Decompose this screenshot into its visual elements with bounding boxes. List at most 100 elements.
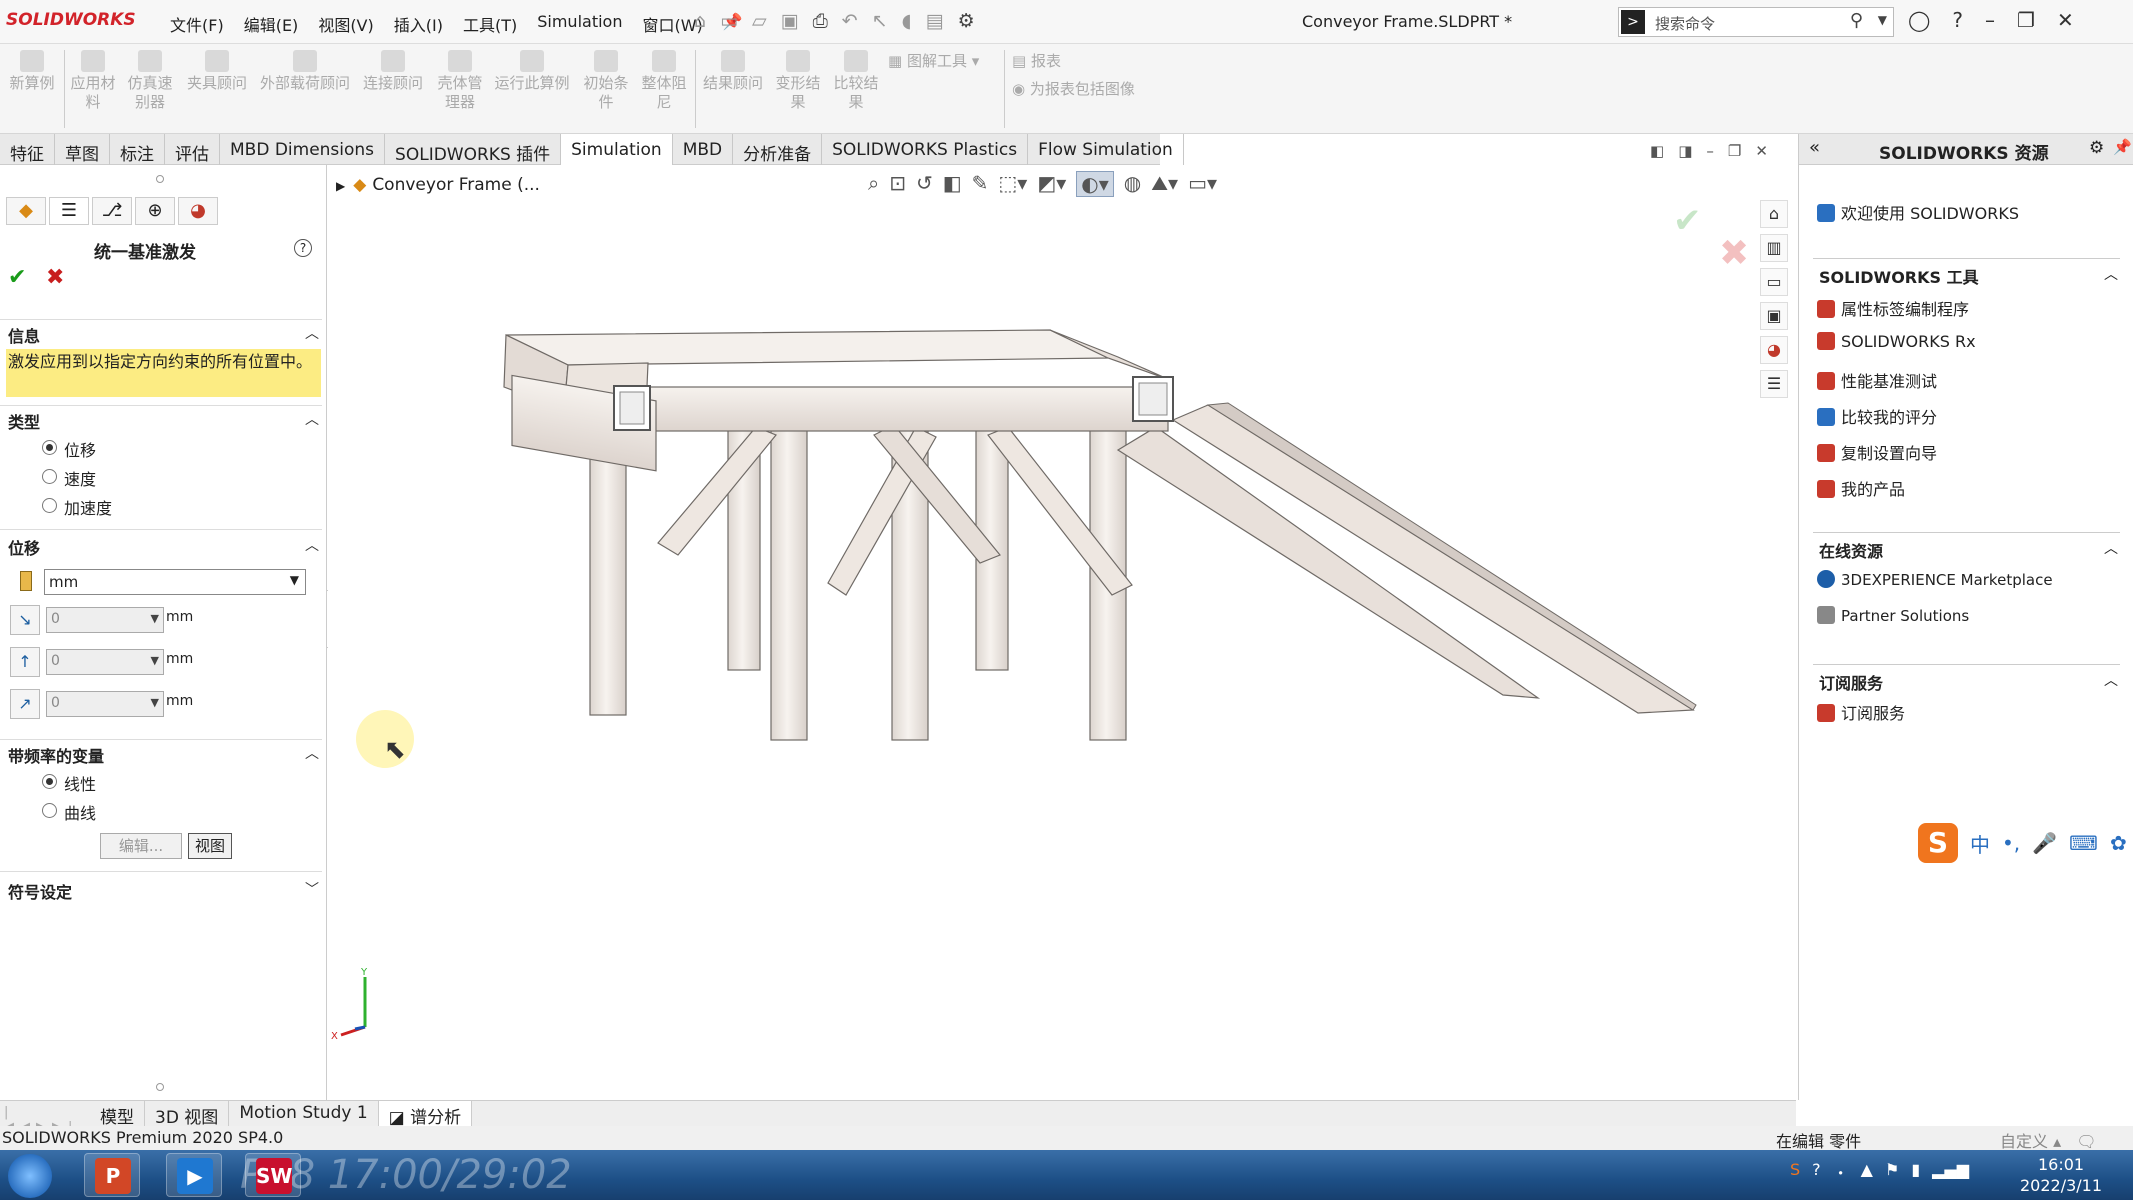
save-icon[interactable]: ▣ [781,10,799,32]
tool-link[interactable]: 比较我的评分 [1817,404,1937,428]
tab-3d-view[interactable]: 3D 视图 [145,1101,230,1128]
search-input[interactable]: 搜索命令 [1655,13,1715,34]
close-viewport-button[interactable]: ✕ [1755,142,1768,160]
tab-markup[interactable]: 标注 [110,134,165,165]
restore-viewport-button[interactable]: ❐ [1728,142,1741,160]
microphone-icon[interactable]: 🎤 [2032,831,2057,855]
new-study-button[interactable]: 新算例 [4,50,60,93]
tab-model[interactable]: 模型 [90,1101,145,1128]
tab-scroll-buttons[interactable]: |◀◀▶▶| [0,1101,90,1135]
tab-mbd-dimensions[interactable]: MBD Dimensions [220,134,386,165]
ime-tray-icon[interactable]: ・ [1833,1160,1849,1184]
display-manager-icon[interactable]: ◕ [178,197,218,225]
online-link[interactable]: 3DEXPERIENCE Marketplace [1817,570,2053,589]
chevron-up-icon[interactable]: ︿ [2104,538,2118,558]
external-loads-advisor-button[interactable]: 外部载荷顾问 [256,50,354,93]
chevron-up-icon[interactable]: ︿ [305,409,319,429]
menu-file[interactable]: 文件(F) [160,12,234,36]
tab-spectrum-analysis[interactable]: ◪ 谱分析 [378,1101,473,1128]
close-button[interactable]: ✕ [2057,8,2074,32]
simulation-evaluator-button[interactable]: 仿真速 别器 [122,50,178,112]
direction-2-input[interactable]: 0 ▼ [46,649,164,675]
action-center-icon[interactable]: ⚑ [1885,1160,1899,1184]
user-icon[interactable]: ◯ [1908,8,1930,32]
initial-conditions-button[interactable]: 初始条件 [578,50,634,112]
custom-properties-icon[interactable]: ☰ [1760,370,1788,398]
direction-1-input[interactable]: 0 ▼ [46,607,164,633]
compare-results-button[interactable]: 比较结果 [828,50,884,112]
comment-icon[interactable]: 🗨 [2076,1132,2096,1151]
home-icon[interactable]: ⌂ [1760,200,1788,228]
menu-edit[interactable]: 编辑(E) [234,12,309,36]
cancel-button[interactable]: ✖ [46,265,64,290]
open-icon[interactable]: ▱ [752,10,767,32]
tab-solidworks-addins[interactable]: SOLIDWORKS 插件 [385,134,562,165]
undo-icon[interactable]: ↶ [842,10,858,32]
deformed-result-button[interactable]: 变形结果 [770,50,826,112]
graphics-area[interactable]: ▶ ◆ Conveyor Frame (... ⌕ ⊡ ↺ ◧ ✎ ⬚▾ ◩▾ ◐▾… [328,165,1796,1100]
include-image-button[interactable]: ◉ 为报表包括图像 [1012,78,1135,99]
panel-resize-handle[interactable] [156,175,164,183]
results-advisor-button[interactable]: 结果顾问 [698,50,768,93]
dimxpert-icon[interactable]: ⊕ [135,197,175,225]
print-icon[interactable]: ⎙ [813,10,828,32]
minimize-button[interactable]: – [1985,8,1995,32]
tool-link[interactable]: SOLIDWORKS Rx [1817,332,1976,351]
sogou-tray-icon[interactable]: S [1790,1160,1800,1184]
start-button[interactable] [8,1154,52,1198]
run-study-button[interactable]: 运行此算例 [492,50,572,93]
report-button[interactable]: ▤ 报表 [1012,50,1061,71]
direction-3-input[interactable]: 0 ▼ [46,691,164,717]
connections-advisor-button[interactable]: 连接顾问 [358,50,428,93]
tile-left-icon[interactable]: ◧ [1650,142,1664,160]
direction-2-icon[interactable]: ↑ [10,647,40,677]
show-hidden-icons[interactable]: ▲ [1861,1160,1873,1184]
fixtures-advisor-button[interactable]: 夹具顾问 [182,50,252,93]
tool-link[interactable]: 性能基准测试 [1817,368,1937,392]
solidworks-taskbar-button[interactable]: SW [245,1153,301,1197]
pin-icon[interactable]: 📌 [2113,138,2132,156]
shell-manager-button[interactable]: 壳体管 理器 [432,50,488,112]
section-type-header[interactable]: 类型 [8,409,40,433]
help-icon[interactable]: ? [294,239,312,257]
chevron-up-icon[interactable]: ︿ [305,323,319,343]
punctuation-icon[interactable]: •, [2002,831,2020,855]
keyboard-icon[interactable]: ⌨ [2069,831,2098,855]
section-frequency-header[interactable]: 带频率的变量 [8,743,104,767]
chevron-down-icon[interactable]: ▼ [151,654,159,667]
tool-link[interactable]: 复制设置向导 [1817,440,1937,464]
restore-button[interactable]: ❐ [2017,8,2035,32]
network-icon[interactable]: ▂▄▆ [1932,1160,1969,1184]
chevron-up-icon[interactable]: ︿ [305,535,319,555]
edit-button[interactable]: 编辑... [100,833,182,859]
sogou-icon[interactable]: S [1918,823,1958,863]
clock[interactable]: 16:01 2022/3/11 [2020,1154,2102,1196]
chevron-down-icon[interactable]: ▼ [151,612,159,625]
online-link[interactable]: Partner Solutions [1817,606,1969,625]
plot-tools-button[interactable]: ▦ 图解工具 ▾ [888,50,979,71]
section-displacement-header[interactable]: 位移 [8,535,40,559]
file-explorer-icon[interactable]: ▭ [1760,268,1788,296]
feature-manager-icon[interactable]: ◆ [6,197,46,225]
panel-resize-handle[interactable] [156,1083,164,1091]
direction-1-icon[interactable]: ↘ [10,605,40,635]
tab-mbd[interactable]: MBD [673,134,734,165]
apply-material-button[interactable]: 应用材料 [66,50,120,112]
subscription-link[interactable]: 订阅服务 [1817,700,1905,724]
tab-plastics[interactable]: SOLIDWORKS Plastics [822,134,1029,165]
solidworks-logo[interactable]: SOLIDWORKS [6,10,136,30]
tab-evaluate[interactable]: 评估 [165,134,220,165]
tab-features[interactable]: 特征 [0,134,55,165]
menu-insert[interactable]: 插入(I) [384,12,453,36]
tool-link[interactable]: 属性标签编制程序 [1817,296,1969,320]
tab-flow-simulation[interactable]: Flow Simulation [1028,134,1184,165]
chevron-down-icon[interactable]: ﹀ [305,879,319,899]
configuration-manager-icon[interactable]: ⎇ [92,197,132,225]
global-damping-button[interactable]: 整体阻尼 [636,50,692,112]
property-manager-icon[interactable]: ☰ [49,197,89,225]
welcome-link[interactable]: 欢迎使用 SOLIDWORKS [1817,200,2019,224]
ime-language[interactable]: 中 [1970,829,1990,858]
apps-icon[interactable]: ✿ [2110,831,2127,855]
design-library-icon[interactable]: ▥ [1760,234,1788,262]
tab-motion-study[interactable]: Motion Study 1 [229,1101,379,1126]
